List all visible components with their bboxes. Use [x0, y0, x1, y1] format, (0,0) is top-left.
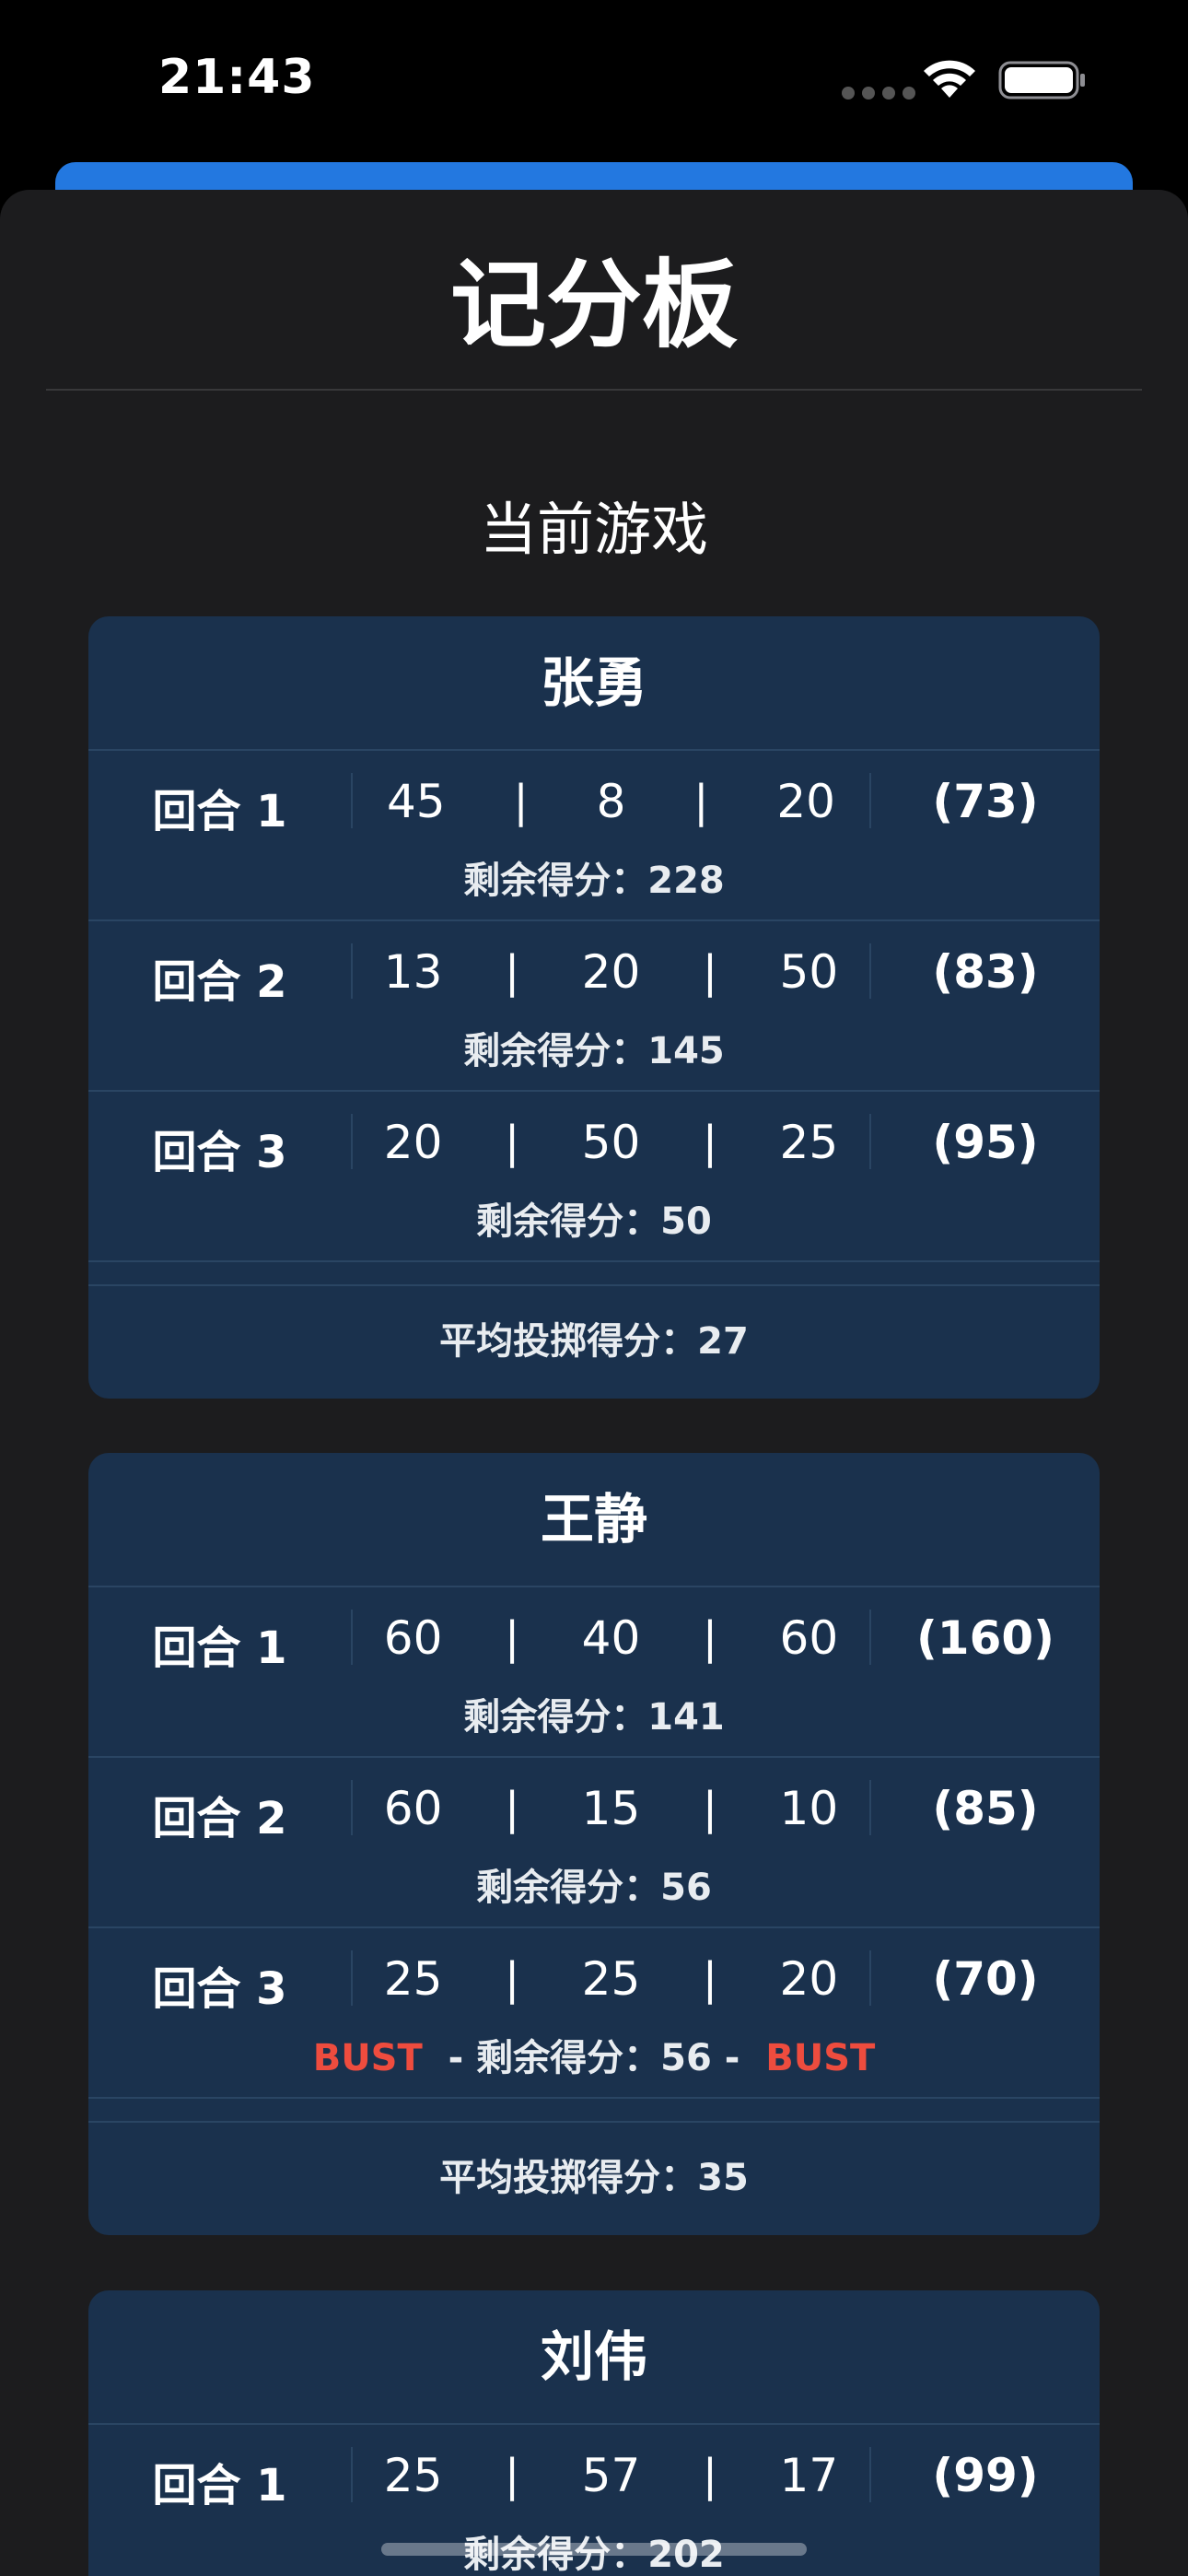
throw-score: 25: [383, 2449, 443, 2502]
round-total: (85): [932, 1782, 1039, 1835]
throw-score: 20: [779, 1952, 839, 2006]
throw-score: 57: [581, 2449, 641, 2502]
player-card: 王静 回合 1 60 | 40 | 60 (160) 剩余得分：141 回合 2 6…: [88, 1453, 1100, 2235]
remaining-score-bust: BUST - 剩余得分：56 - BUST: [312, 2037, 876, 2079]
throw-score: 40: [581, 1611, 641, 1665]
remaining-score: 剩余得分：145: [463, 1030, 725, 1072]
home-indicator[interactable]: [381, 2543, 807, 2556]
throws: 25 | 25 | 20: [383, 1952, 839, 2006]
bust-badge: BUST: [765, 2037, 876, 2079]
throw-score: 13: [383, 945, 443, 999]
round-total: (70): [932, 1952, 1039, 2006]
throw-score: 20: [776, 775, 835, 828]
average-throw-score: 平均投掷得分：35: [88, 2121, 1100, 2235]
wifi-icon: [924, 60, 975, 98]
round-row: 回合 3 25 | 25 | 20 (70) BUST - 剩余得分：56 - BU…: [88, 1926, 1100, 2097]
throw-score: 8: [596, 775, 626, 828]
round-row: 回合 2 60 | 15 | 10 (85) 剩余得分：56: [88, 1756, 1100, 1926]
throw-score: 20: [383, 1116, 443, 1169]
round-row: 回合 2 13 | 20 | 50 (83) 剩余得分：145: [88, 919, 1100, 1090]
throw-score: 20: [581, 945, 641, 999]
round-total: (83): [932, 945, 1039, 999]
player-card: 张勇 回合 1 45 | 8 | 20 (73) 剩余得分：228 回合 2 13 |…: [88, 616, 1100, 1399]
round-label: 回合 1: [152, 786, 287, 837]
throw-score: 10: [779, 1782, 839, 1835]
player-name: 张勇: [540, 651, 647, 714]
page-title: 记分板: [449, 249, 738, 361]
round-total: (99): [932, 2449, 1039, 2502]
player-name: 王静: [540, 1488, 647, 1551]
throws: 45 | 8 | 20: [386, 775, 835, 828]
throw-score: 45: [386, 775, 446, 828]
battery-icon: [998, 61, 1085, 100]
bust-badge: BUST: [312, 2037, 423, 2079]
round-total: (73): [932, 775, 1039, 828]
round-label: 回合 3: [152, 1963, 287, 2015]
remaining-score: 剩余得分：228: [463, 860, 725, 902]
throw-score: 15: [581, 1782, 641, 1835]
cellular-signal-icon: [842, 87, 915, 100]
remaining-score: 剩余得分：141: [463, 1696, 725, 1739]
round-total: (95): [932, 1116, 1039, 1169]
throw-score: 25: [581, 1952, 641, 2006]
remaining-score: 剩余得分：50: [476, 1200, 712, 1243]
throw-score: 25: [779, 1116, 839, 1169]
throw-score: 50: [779, 945, 839, 999]
round-label: 回合 1: [152, 2460, 287, 2512]
status-bar: 21:43: [0, 0, 1188, 166]
remaining-score: 剩余得分：56: [476, 1867, 712, 1909]
section-title: 当前游戏: [479, 496, 708, 563]
round-label: 回合 2: [152, 1793, 287, 1844]
round-total: (160): [915, 1611, 1055, 1665]
throws: 60 | 40 | 60: [383, 1611, 839, 1665]
player-card: 刘伟 回合 1 25 | 57 | 17 (99) 剩余得分：202: [88, 2290, 1100, 2576]
throw-score: 60: [779, 1611, 839, 1665]
round-label: 回合 3: [152, 1127, 287, 1178]
round-row: 回合 1 45 | 8 | 20 (73) 剩余得分：228: [88, 749, 1100, 919]
throw-score: 60: [383, 1782, 443, 1835]
round-label: 回合 2: [152, 956, 287, 1008]
throws: 20 | 50 | 25: [383, 1116, 839, 1169]
player-name: 刘伟: [540, 2325, 647, 2388]
throw-score: 17: [779, 2449, 839, 2502]
header-divider: [46, 389, 1142, 391]
round-label: 回合 1: [152, 1622, 287, 1674]
throws: 13 | 20 | 50: [383, 945, 839, 999]
throw-score: 25: [383, 1952, 443, 2006]
row-divider: [88, 1260, 1100, 1284]
round-row: 回合 3 20 | 50 | 25 (95) 剩余得分：50: [88, 1090, 1100, 1260]
throws: 25 | 57 | 17: [383, 2449, 839, 2502]
throw-score: 60: [383, 1611, 443, 1665]
scoreboard-sheet[interactable]: 记分板 当前游戏 张勇 回合 1 45 | 8 | 20 (73) 剩余得分：228…: [0, 190, 1188, 2576]
average-throw-score: 平均投掷得分：27: [88, 1284, 1100, 1399]
throws: 60 | 15 | 10: [383, 1782, 839, 1835]
status-time: 21:43: [158, 50, 316, 105]
row-divider: [88, 2097, 1100, 2121]
round-row: 回合 1 60 | 40 | 60 (160) 剩余得分：141: [88, 1586, 1100, 1756]
throw-score: 50: [581, 1116, 641, 1169]
